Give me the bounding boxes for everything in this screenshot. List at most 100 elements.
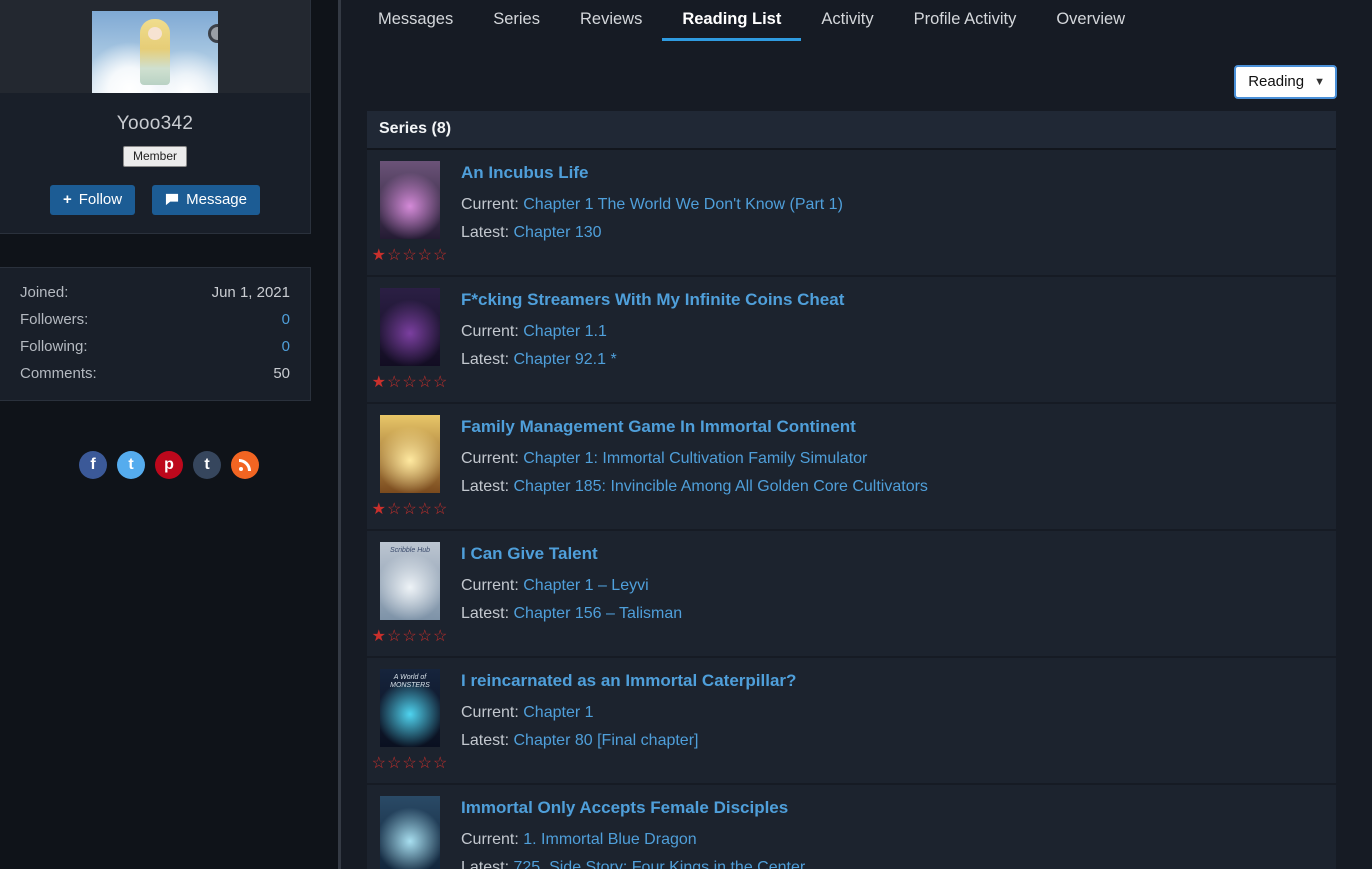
- current-chapter-link[interactable]: 1. Immortal Blue Dragon: [523, 831, 696, 848]
- series-list: ★☆☆☆☆An Incubus LifeCurrent: Chapter 1 T…: [367, 150, 1336, 869]
- member-badge: Member: [123, 146, 187, 167]
- current-chapter-line: Current: Chapter 1 – Leyvi: [461, 572, 682, 600]
- cover-column: ★☆☆☆☆: [379, 415, 441, 519]
- stat-row: Joined:Jun 1, 2021: [0, 280, 310, 307]
- tab-reading-list[interactable]: Reading List: [662, 0, 801, 41]
- series-title-link[interactable]: An Incubus Life: [461, 163, 589, 183]
- series-cover[interactable]: Scribble Hub: [380, 542, 440, 620]
- follow-button[interactable]: + Follow: [50, 185, 135, 215]
- chevron-down-icon: ▼: [1314, 76, 1325, 88]
- reading-list-item: ★☆☆☆☆ F*cking Streamers With My Infinite …: [367, 277, 1336, 402]
- star-empty-icon: ☆: [433, 247, 448, 264]
- star-empty-icon: ☆: [402, 501, 417, 518]
- latest-chapter-line: Latest: Chapter 156 – Talisman: [461, 600, 682, 628]
- stat-label: Following:: [20, 338, 88, 356]
- stat-value: Jun 1, 2021: [212, 284, 290, 302]
- tumblr-icon[interactable]: t: [193, 451, 221, 479]
- pinterest-icon[interactable]: p: [155, 451, 183, 479]
- facebook-icon[interactable]: f: [79, 451, 107, 479]
- series-cover[interactable]: [380, 796, 440, 869]
- tab-overview[interactable]: Overview: [1036, 0, 1145, 41]
- latest-label: Latest:: [461, 351, 513, 368]
- series-info: I Can Give Talent Current: Chapter 1 – Le…: [461, 542, 682, 646]
- star-empty-icon: ☆: [402, 628, 417, 645]
- latest-chapter-link[interactable]: Chapter 92.1 *: [513, 351, 616, 368]
- star-empty-icon: ☆: [418, 501, 433, 518]
- stat-value[interactable]: 0: [282, 338, 290, 356]
- current-label: Current:: [461, 577, 523, 594]
- current-chapter-link[interactable]: Chapter 1.1: [523, 323, 607, 340]
- stat-row: Followers: 0: [0, 307, 310, 334]
- stat-label: Followers:: [20, 311, 88, 329]
- series-count-header: Series (8): [367, 111, 1336, 150]
- latest-chapter-link[interactable]: Chapter 156 – Talisman: [513, 605, 682, 622]
- rating-stars[interactable]: ★☆☆☆☆: [372, 245, 449, 265]
- stat-label: Comments:: [20, 365, 97, 383]
- latest-chapter-line: Latest: Chapter 80 [Final chapter]: [461, 727, 796, 755]
- star-filled-icon: ★: [372, 374, 387, 391]
- star-filled-icon: ★: [372, 628, 387, 645]
- twitter-icon[interactable]: t: [117, 451, 145, 479]
- star-empty-icon: ☆: [418, 247, 433, 264]
- series-title-link[interactable]: I Can Give Talent: [461, 544, 598, 564]
- series-title-link[interactable]: I reincarnated as an Immortal Caterpilla…: [461, 671, 796, 691]
- series-cover[interactable]: [380, 415, 440, 493]
- latest-chapter-link[interactable]: Chapter 185: Invincible Among All Golden…: [513, 478, 927, 495]
- star-empty-icon: ☆: [387, 755, 402, 772]
- current-chapter-line: Current: Chapter 1.1: [461, 318, 844, 346]
- stat-row: Comments:50: [0, 361, 310, 388]
- stat-value[interactable]: 0: [282, 311, 290, 329]
- rating-stars[interactable]: ★☆☆☆☆: [372, 499, 449, 519]
- main-content: MessagesSeriesReviewsReading ListActivit…: [341, 0, 1372, 869]
- current-chapter-link[interactable]: Chapter 1: [523, 704, 593, 721]
- cover-column: A World of MONSTERS☆☆☆☆☆: [379, 669, 441, 773]
- tab-reviews[interactable]: Reviews: [560, 0, 662, 41]
- latest-chapter-link[interactable]: Chapter 130: [513, 224, 601, 241]
- current-chapter-line: Current: Chapter 1 The World We Don't Kn…: [461, 191, 843, 219]
- tab-activity[interactable]: Activity: [801, 0, 893, 41]
- series-info: Immortal Only Accepts Female DisciplesCu…: [461, 796, 805, 869]
- current-chapter-line: Current: Chapter 1: Immortal Cultivation…: [461, 445, 928, 473]
- series-cover[interactable]: [380, 288, 440, 366]
- reading-list-item: ★☆☆☆☆ Family Management Game In Immortal …: [367, 404, 1336, 529]
- message-button[interactable]: Message: [152, 185, 260, 215]
- star-empty-icon: ☆: [433, 628, 448, 645]
- badge-wrap: Member: [0, 146, 310, 167]
- current-chapter-link[interactable]: Chapter 1: Immortal Cultivation Family S…: [523, 450, 867, 467]
- plus-icon: +: [63, 191, 72, 208]
- latest-chapter-link[interactable]: Chapter 80 [Final chapter]: [513, 732, 698, 749]
- cover-column: ★☆☆☆☆: [379, 288, 441, 392]
- reading-list-item: Scribble Hub★☆☆☆☆I Can Give TalentCurren…: [367, 531, 1336, 656]
- rss-icon[interactable]: [231, 451, 259, 479]
- latest-label: Latest:: [461, 224, 513, 241]
- tab-profile-activity[interactable]: Profile Activity: [894, 0, 1037, 41]
- latest-chapter-line: Latest: Chapter 130: [461, 219, 843, 247]
- series-title-link[interactable]: Immortal Only Accepts Female Disciples: [461, 798, 788, 818]
- series-cover[interactable]: A World of MONSTERS: [380, 669, 440, 747]
- series-title-link[interactable]: F*cking Streamers With My Infinite Coins…: [461, 290, 844, 310]
- rating-stars[interactable]: ☆☆☆☆☆: [372, 753, 449, 773]
- status-indicator-icon: [208, 24, 218, 43]
- series-title-link[interactable]: Family Management Game In Immortal Conti…: [461, 417, 856, 437]
- series-cover[interactable]: [380, 161, 440, 239]
- avatar[interactable]: [92, 11, 218, 93]
- filter-row: Reading ▼: [341, 41, 1372, 99]
- current-label: Current:: [461, 450, 523, 467]
- profile-actions: + Follow Message: [0, 185, 310, 215]
- rating-stars[interactable]: ★☆☆☆☆: [372, 372, 449, 392]
- latest-chapter-link[interactable]: 725. Side Story: Four Kings in the Cente…: [513, 859, 805, 869]
- current-chapter-link[interactable]: Chapter 1 – Leyvi: [523, 577, 648, 594]
- series-info: An Incubus Life Current: Chapter 1 The Wo…: [461, 161, 843, 265]
- rating-stars[interactable]: ★☆☆☆☆: [372, 626, 449, 646]
- tab-series[interactable]: Series: [473, 0, 560, 41]
- profile-card: Yooo342 Member + Follow Message: [0, 0, 311, 234]
- reading-list-item: ★☆☆☆☆ An Incubus Life Current: Chapter 1 T…: [367, 150, 1336, 275]
- reading-status-filter-select[interactable]: Reading ▼: [1234, 65, 1337, 99]
- star-empty-icon: ☆: [418, 755, 433, 772]
- profile-sidebar: Yooo342 Member + Follow Message Joined:J…: [0, 0, 341, 869]
- star-empty-icon: ☆: [433, 755, 448, 772]
- tab-messages[interactable]: Messages: [358, 0, 473, 41]
- current-chapter-link[interactable]: Chapter 1 The World We Don't Know (Part …: [523, 196, 843, 213]
- reading-filter-selected-value: Reading: [1248, 73, 1304, 90]
- star-empty-icon: ☆: [402, 755, 417, 772]
